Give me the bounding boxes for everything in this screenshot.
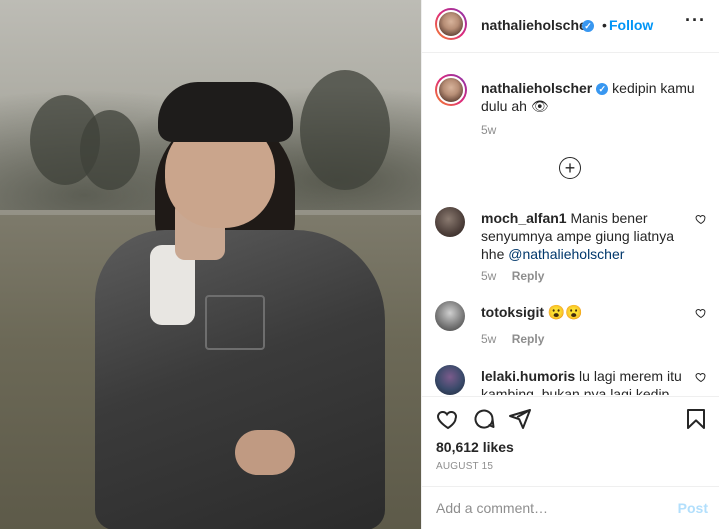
commenter-avatar[interactable]: [435, 207, 465, 237]
author-username[interactable]: nathalieholscher: [481, 17, 592, 33]
caption-avatar[interactable]: [435, 74, 467, 106]
more-options-icon[interactable]: ···: [685, 10, 706, 31]
comment-mention[interactable]: @nathalieholscher: [508, 246, 624, 262]
post-photo[interactable]: [0, 0, 421, 529]
bookmark-icon[interactable]: [684, 407, 708, 431]
separator-dot: •: [602, 17, 607, 33]
post-header: nathalieholscher ✓ • Follow ···: [422, 0, 719, 53]
comment-meta: 5w Reply: [481, 269, 556, 283]
like-count[interactable]: 80,612 likes: [436, 439, 514, 455]
add-circle-icon[interactable]: +: [559, 157, 581, 179]
share-icon[interactable]: [508, 407, 532, 431]
commenter-avatar[interactable]: [435, 365, 465, 395]
verified-badge-icon: ✓: [582, 20, 594, 32]
comment-like-heart-icon[interactable]: [695, 307, 707, 319]
commenter-avatar[interactable]: [435, 301, 465, 331]
comment-timestamp[interactable]: 5w: [481, 332, 496, 346]
heart-icon[interactable]: [436, 407, 460, 431]
comment-like-heart-icon[interactable]: [695, 213, 707, 225]
photo-hand: [235, 430, 295, 475]
follow-button[interactable]: Follow: [609, 17, 653, 33]
comment-text: lelaki.humoris lu lagi merem itu kambing…: [481, 367, 686, 395]
add-comment-bar: Post: [422, 486, 719, 529]
comment-input[interactable]: [436, 498, 661, 518]
reply-button[interactable]: Reply: [512, 269, 545, 283]
caption-username[interactable]: nathalieholscher: [481, 80, 592, 96]
caption-timestamp[interactable]: 5w: [481, 123, 496, 137]
comment-like-heart-icon[interactable]: [695, 371, 707, 383]
comment-text: moch_alfan1 Manis bener senyumnya ampe g…: [481, 209, 686, 263]
post-side-panel: nathalieholscher ✓ • Follow ··· nathalie…: [421, 0, 719, 529]
commenter-username[interactable]: lelaki.humoris: [481, 368, 575, 384]
comment-list: moch_alfan1 Manis bener senyumnya ampe g…: [422, 195, 719, 395]
comment-meta: 5w Reply: [481, 332, 556, 346]
comment-text: totoksigit 😮😮: [481, 303, 686, 321]
post-date[interactable]: AUGUST 15: [436, 461, 493, 472]
commenter-username[interactable]: moch_alfan1: [481, 210, 567, 226]
comment-icon[interactable]: [472, 407, 496, 431]
background-tree: [300, 70, 390, 190]
comment-timestamp[interactable]: 5w: [481, 269, 496, 283]
reply-button[interactable]: Reply: [512, 332, 545, 346]
photo-jacket: [95, 230, 385, 529]
photo-bucket-hat: [158, 82, 293, 142]
post-comment-button[interactable]: Post: [678, 500, 708, 516]
author-avatar[interactable]: [435, 8, 467, 40]
background-tree: [80, 110, 140, 190]
caption-text: nathalieholscher ✓ kedipin kamu dulu ah 👁: [481, 79, 711, 115]
comment-body: 😮😮: [547, 304, 583, 320]
verified-badge-icon: ✓: [596, 83, 609, 95]
photo-pocket: [205, 295, 265, 350]
commenter-username[interactable]: totoksigit: [481, 304, 544, 320]
